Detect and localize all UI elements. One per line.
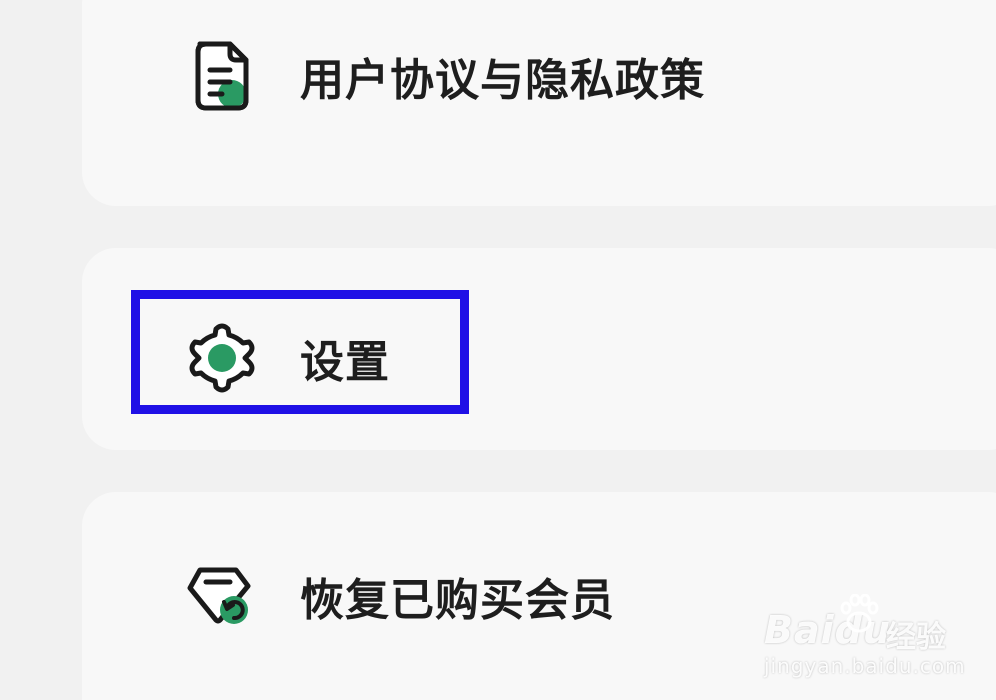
settings-menu-screen: 用户协议与隐私政策 设置 恢复已购买会员 Baidu 经验 jingyan.ba…	[0, 0, 996, 700]
paw-icon	[838, 593, 880, 634]
document-icon	[184, 38, 260, 114]
menu-item-settings[interactable]: 设置	[82, 318, 996, 398]
menu-card-settings[interactable]: 设置	[82, 248, 996, 450]
watermark-brand-text: 经验	[886, 620, 946, 655]
menu-card-privacy[interactable]: 用户协议与隐私政策	[82, 0, 996, 206]
menu-item-privacy-policy[interactable]: 用户协议与隐私政策	[82, 36, 996, 116]
baidu-watermark: Baidu 经验 jingyan.baidu.com	[760, 593, 965, 686]
restore-membership-icon	[184, 558, 260, 634]
watermark-url: jingyan.baidu.com	[764, 654, 966, 678]
menu-item-label: 用户协议与隐私政策	[300, 55, 705, 106]
settings-gear-icon	[184, 320, 260, 396]
menu-item-label: 设置	[300, 337, 390, 388]
menu-item-label: 恢复已购买会员	[300, 575, 615, 626]
